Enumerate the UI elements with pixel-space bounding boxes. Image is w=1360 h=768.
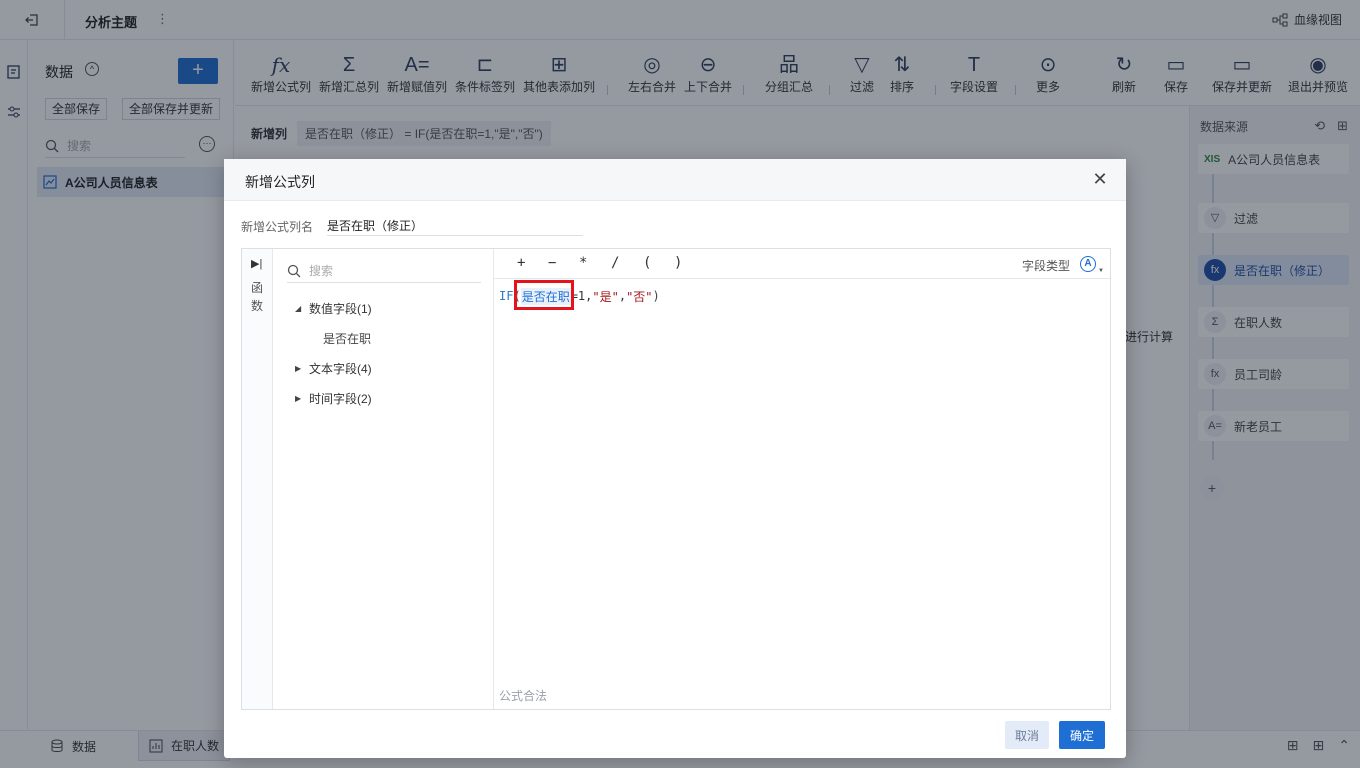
dialog-title: 新增公式列 [245, 174, 315, 190]
code-string: "是" [592, 289, 619, 304]
close-icon[interactable]: ✕ [1090, 169, 1110, 189]
formula-editor: ▶| 函数 搜索 ◢ 数值字段(1) 是否在职 ▶ 文本字段(4) ▶ 时间字段… [241, 248, 1111, 710]
code-panel: + − * / ( ) 字段类型 A ▼ IF ( 是否在职 =1, "是" ,… [494, 249, 1110, 709]
tree-group-time[interactable]: ▶ 时间字段(2) [295, 388, 372, 408]
search-icon [287, 264, 301, 277]
new-formula-column-dialog: 新增公式列 ✕ 新增公式列名 ▶| 函数 搜索 ◢ 数值字段(1) 是否在职 ▶… [224, 159, 1126, 758]
confirm-button[interactable]: 确定 [1059, 721, 1105, 749]
op-multiply-button[interactable]: * [579, 255, 587, 271]
field-type-label: 字段类型 [1021, 259, 1070, 273]
op-minus-button[interactable]: − [548, 255, 556, 271]
tree-group-label: 时间字段(2) [309, 391, 372, 406]
op-close-paren-button[interactable]: ) [674, 255, 682, 271]
tree-group-text[interactable]: ▶ 文本字段(4) [295, 358, 372, 378]
code-function: IF [499, 289, 514, 303]
field-search-input[interactable]: 搜索 [287, 259, 481, 283]
op-open-paren-button[interactable]: ( [643, 255, 651, 271]
column-name-label: 新增公式列名 [241, 219, 314, 234]
tree-group-label: 文本字段(4) [309, 361, 372, 376]
op-divide-button[interactable]: / [611, 255, 619, 271]
tree-field-item[interactable]: 是否在职 [323, 328, 371, 348]
caret-down-icon: ◢ [295, 303, 302, 313]
search-placeholder: 搜索 [309, 264, 334, 278]
expand-arrow-icon[interactable]: ▶| [251, 257, 262, 270]
dropdown-caret-icon[interactable]: ▼ [1098, 268, 1104, 274]
function-strip[interactable]: ▶| 函数 [242, 249, 273, 709]
highlight-annotation [514, 280, 574, 310]
operator-bar: + − * / ( ) 字段类型 A ▼ [494, 249, 1110, 279]
code-paren: ) [652, 289, 660, 303]
code-comma: , [618, 289, 627, 303]
cancel-button[interactable]: 取消 [1005, 721, 1049, 749]
field-type-icon[interactable]: A [1080, 256, 1096, 272]
caret-right-icon: ▶ [295, 363, 302, 373]
op-plus-button[interactable]: + [517, 255, 525, 271]
field-panel: 搜索 ◢ 数值字段(1) 是否在职 ▶ 文本字段(4) ▶ 时间字段(2) [273, 249, 494, 709]
column-name-input[interactable] [327, 216, 583, 236]
code-string: "否" [626, 289, 653, 304]
column-name-row: 新增公式列名 [241, 216, 583, 236]
dialog-header: 新增公式列 ✕ [224, 159, 1126, 201]
tree-group-label: 数值字段(1) [309, 301, 372, 316]
caret-right-icon: ▶ [295, 393, 302, 403]
tree-group-numeric[interactable]: ◢ 数值字段(1) [295, 298, 372, 318]
formula-valid-status: 公式合法 [499, 689, 548, 703]
function-label: 函数 [250, 281, 263, 313]
